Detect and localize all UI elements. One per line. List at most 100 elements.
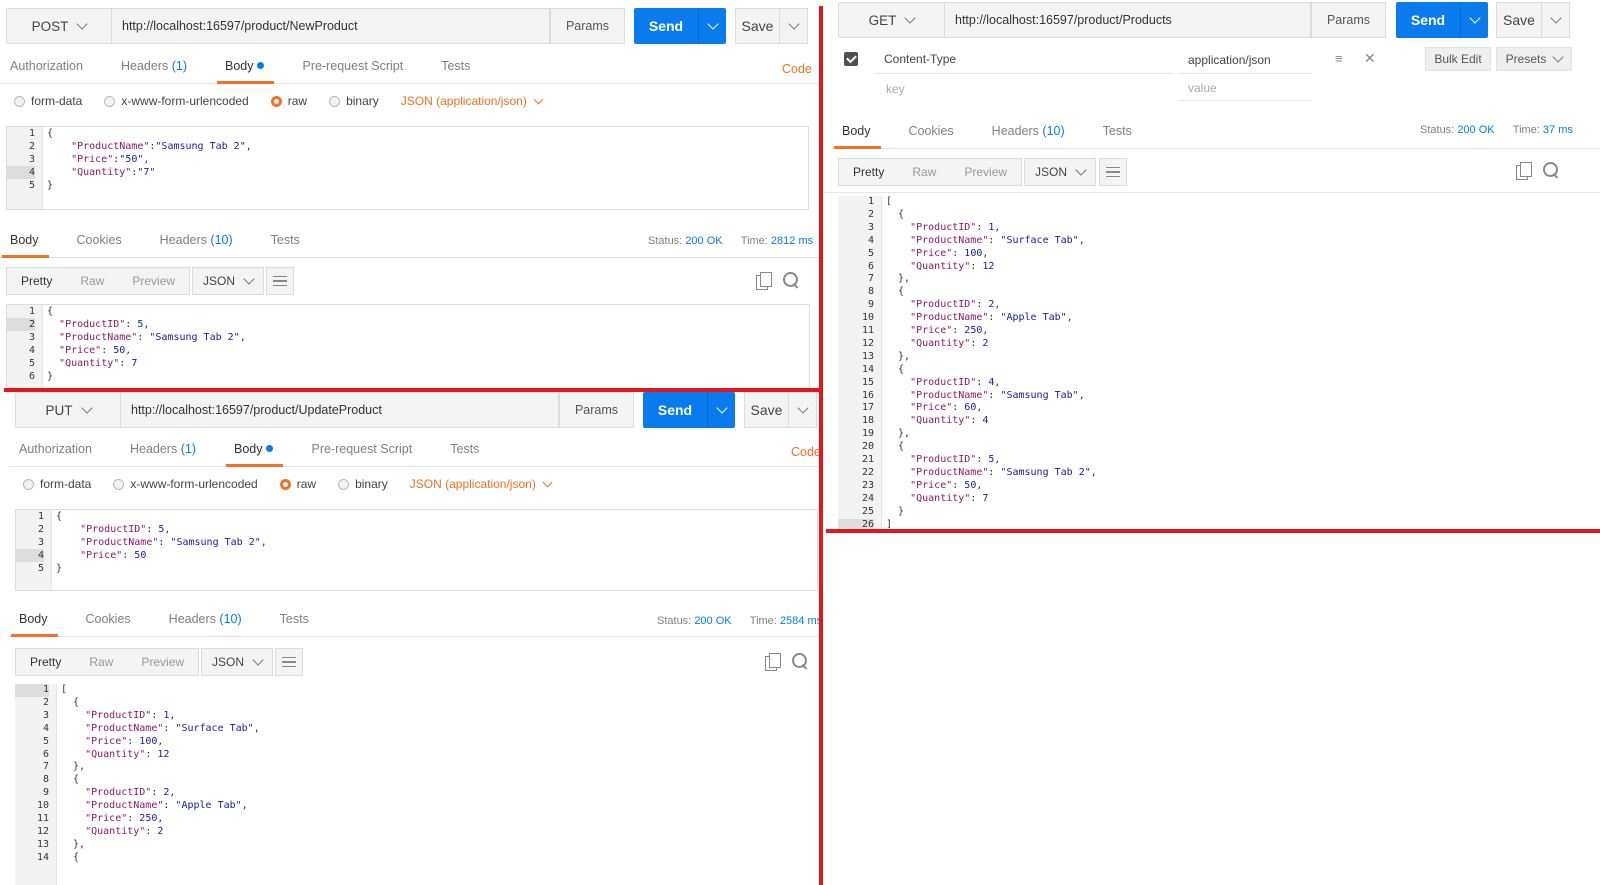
save-options-button[interactable] — [789, 392, 817, 428]
tab-tests[interactable]: Tests — [450, 442, 479, 466]
send-options-button[interactable] — [698, 8, 726, 44]
tab-body[interactable]: Body — [217, 59, 274, 84]
view-pretty[interactable]: Pretty — [7, 274, 66, 288]
tab-prerequest-script[interactable]: Pre-request Script — [311, 442, 412, 466]
content-type-select[interactable]: JSON (application/json) — [401, 94, 544, 108]
copy-icon[interactable] — [1516, 162, 1532, 180]
save-options-button[interactable] — [780, 8, 808, 44]
save-options-button[interactable] — [1542, 2, 1570, 38]
save-button[interactable]: Save — [744, 392, 789, 428]
radio-urlencoded[interactable]: x-www-form-urlencoded — [113, 477, 258, 491]
view-pretty[interactable]: Pretty — [16, 655, 75, 669]
tab-body[interactable]: Body — [226, 442, 283, 467]
tab-response-tests[interactable]: Tests — [271, 233, 300, 257]
wrap-lines-button[interactable] — [275, 648, 303, 676]
send-options-button[interactable] — [707, 392, 735, 428]
tab-response-body[interactable]: Body — [2, 233, 48, 258]
method-label: PUT — [45, 402, 73, 418]
radio-raw[interactable]: raw — [270, 94, 307, 108]
view-raw[interactable]: Raw — [66, 274, 118, 288]
tab-headers[interactable]: Headers (1) — [121, 59, 187, 83]
chevron-down-icon — [542, 477, 553, 487]
method-select[interactable]: PUT — [15, 392, 121, 428]
format-label: JSON — [1035, 165, 1068, 179]
checkbox-checked-icon[interactable] — [844, 52, 858, 66]
radio-binary[interactable]: binary — [338, 477, 388, 491]
line-number: 11 — [861, 325, 874, 336]
send-button[interactable]: Send — [634, 8, 698, 44]
code-line: }, — [61, 838, 86, 850]
format-select[interactable]: JSON — [201, 648, 274, 676]
save-button[interactable]: Save — [735, 8, 780, 44]
code-line: "ProductName": "Samsung Tab 2", — [59, 332, 246, 343]
url-input[interactable]: http://localhost:16597/product/NewProduc… — [112, 8, 550, 44]
wrap-lines-button[interactable] — [266, 267, 294, 295]
tab-response-headers[interactable]: Headers (10) — [992, 124, 1065, 148]
tab-response-tests[interactable]: Tests — [280, 612, 309, 636]
wrap-lines-button[interactable] — [1099, 158, 1127, 186]
radio-urlencoded[interactable]: x-www-form-urlencoded — [104, 94, 249, 108]
tab-response-body[interactable]: Body — [834, 124, 880, 149]
params-button[interactable]: Params — [550, 8, 625, 44]
tab-cookies[interactable]: Cookies — [77, 233, 122, 257]
request-body-editor[interactable]: 1 2 3 4 5 { "ProductID": 5, "ProductName": "S… — [15, 509, 818, 591]
tab-response-headers[interactable]: Headers (10) — [160, 233, 233, 257]
params-button[interactable]: Params — [559, 392, 634, 428]
search-icon[interactable] — [792, 653, 810, 671]
tab-cookies[interactable]: Cookies — [86, 612, 131, 636]
header-value[interactable]: application/json — [1188, 53, 1271, 67]
response-body-viewer: 1 2 3 4 5 6 { "ProductID": 5, "ProductName": "… — [6, 304, 810, 390]
save-button[interactable]: Save — [1496, 2, 1542, 38]
format-select[interactable]: JSON — [1024, 158, 1097, 186]
tab-authorization[interactable]: Authorization — [10, 59, 83, 83]
code-link[interactable]: Code — [782, 62, 812, 76]
drag-handle-icon[interactable]: ≡ — [1335, 51, 1343, 66]
copy-icon[interactable] — [756, 272, 772, 290]
search-icon[interactable] — [783, 272, 801, 290]
view-mode-toggle: Pretty Raw Preview — [15, 648, 200, 676]
radio-raw[interactable]: raw — [279, 477, 316, 491]
close-icon[interactable]: ✕ — [1364, 50, 1376, 67]
presets-button[interactable]: Presets — [1496, 47, 1572, 71]
content-type-select[interactable]: JSON (application/json) — [410, 477, 553, 491]
send-button[interactable]: Send — [643, 392, 707, 428]
view-raw[interactable]: Raw — [898, 165, 950, 179]
key-placeholder[interactable]: key — [886, 82, 905, 96]
modified-dot-icon — [266, 445, 274, 452]
view-raw[interactable]: Raw — [75, 655, 127, 669]
chevron-down-icon — [706, 18, 719, 30]
tab-response-headers[interactable]: Headers (10) — [169, 612, 242, 636]
tab-response-body[interactable]: Body — [11, 612, 57, 637]
tab-headers[interactable]: Headers (1) — [130, 442, 196, 466]
code-line: "ProductName": "Surface Tab", — [85, 722, 260, 734]
url-input[interactable]: http://localhost:16597/product/UpdatePro… — [121, 392, 559, 428]
request-body-editor[interactable]: 1 2 3 4 5 { "ProductName":"Samsung Tab 2", "P… — [6, 126, 809, 210]
view-preview[interactable]: Preview — [118, 274, 189, 288]
tab-authorization[interactable]: Authorization — [19, 442, 92, 466]
value-placeholder[interactable]: value — [1188, 81, 1217, 95]
tab-prerequest-script[interactable]: Pre-request Script — [302, 59, 403, 83]
radio-form-data[interactable]: form-data — [14, 94, 82, 108]
send-options-button[interactable] — [1460, 2, 1488, 38]
params-button[interactable]: Params — [1311, 2, 1386, 38]
method-select[interactable]: GET — [838, 2, 945, 38]
tab-tests[interactable]: Tests — [441, 59, 470, 83]
bulk-edit-button[interactable]: Bulk Edit — [1425, 47, 1491, 71]
header-key[interactable]: Content-Type — [884, 52, 956, 66]
radio-form-data[interactable]: form-data — [23, 477, 91, 491]
radio-binary[interactable]: binary — [329, 94, 379, 108]
view-pretty[interactable]: Pretty — [839, 165, 898, 179]
format-select[interactable]: JSON — [192, 267, 265, 295]
copy-icon[interactable] — [765, 653, 781, 671]
line-number: 6 — [867, 260, 874, 272]
time-value: 37 ms — [1542, 124, 1573, 136]
send-button[interactable]: Send — [1396, 2, 1460, 38]
code-link[interactable]: Code — [791, 445, 820, 459]
view-preview[interactable]: Preview — [127, 655, 198, 669]
tab-cookies[interactable]: Cookies — [909, 124, 954, 148]
tab-response-tests[interactable]: Tests — [1103, 124, 1132, 148]
method-select[interactable]: POST — [6, 8, 112, 44]
view-preview[interactable]: Preview — [950, 165, 1021, 179]
url-input[interactable]: http://localhost:16597/product/Products — [945, 2, 1311, 38]
search-icon[interactable] — [1543, 162, 1561, 180]
